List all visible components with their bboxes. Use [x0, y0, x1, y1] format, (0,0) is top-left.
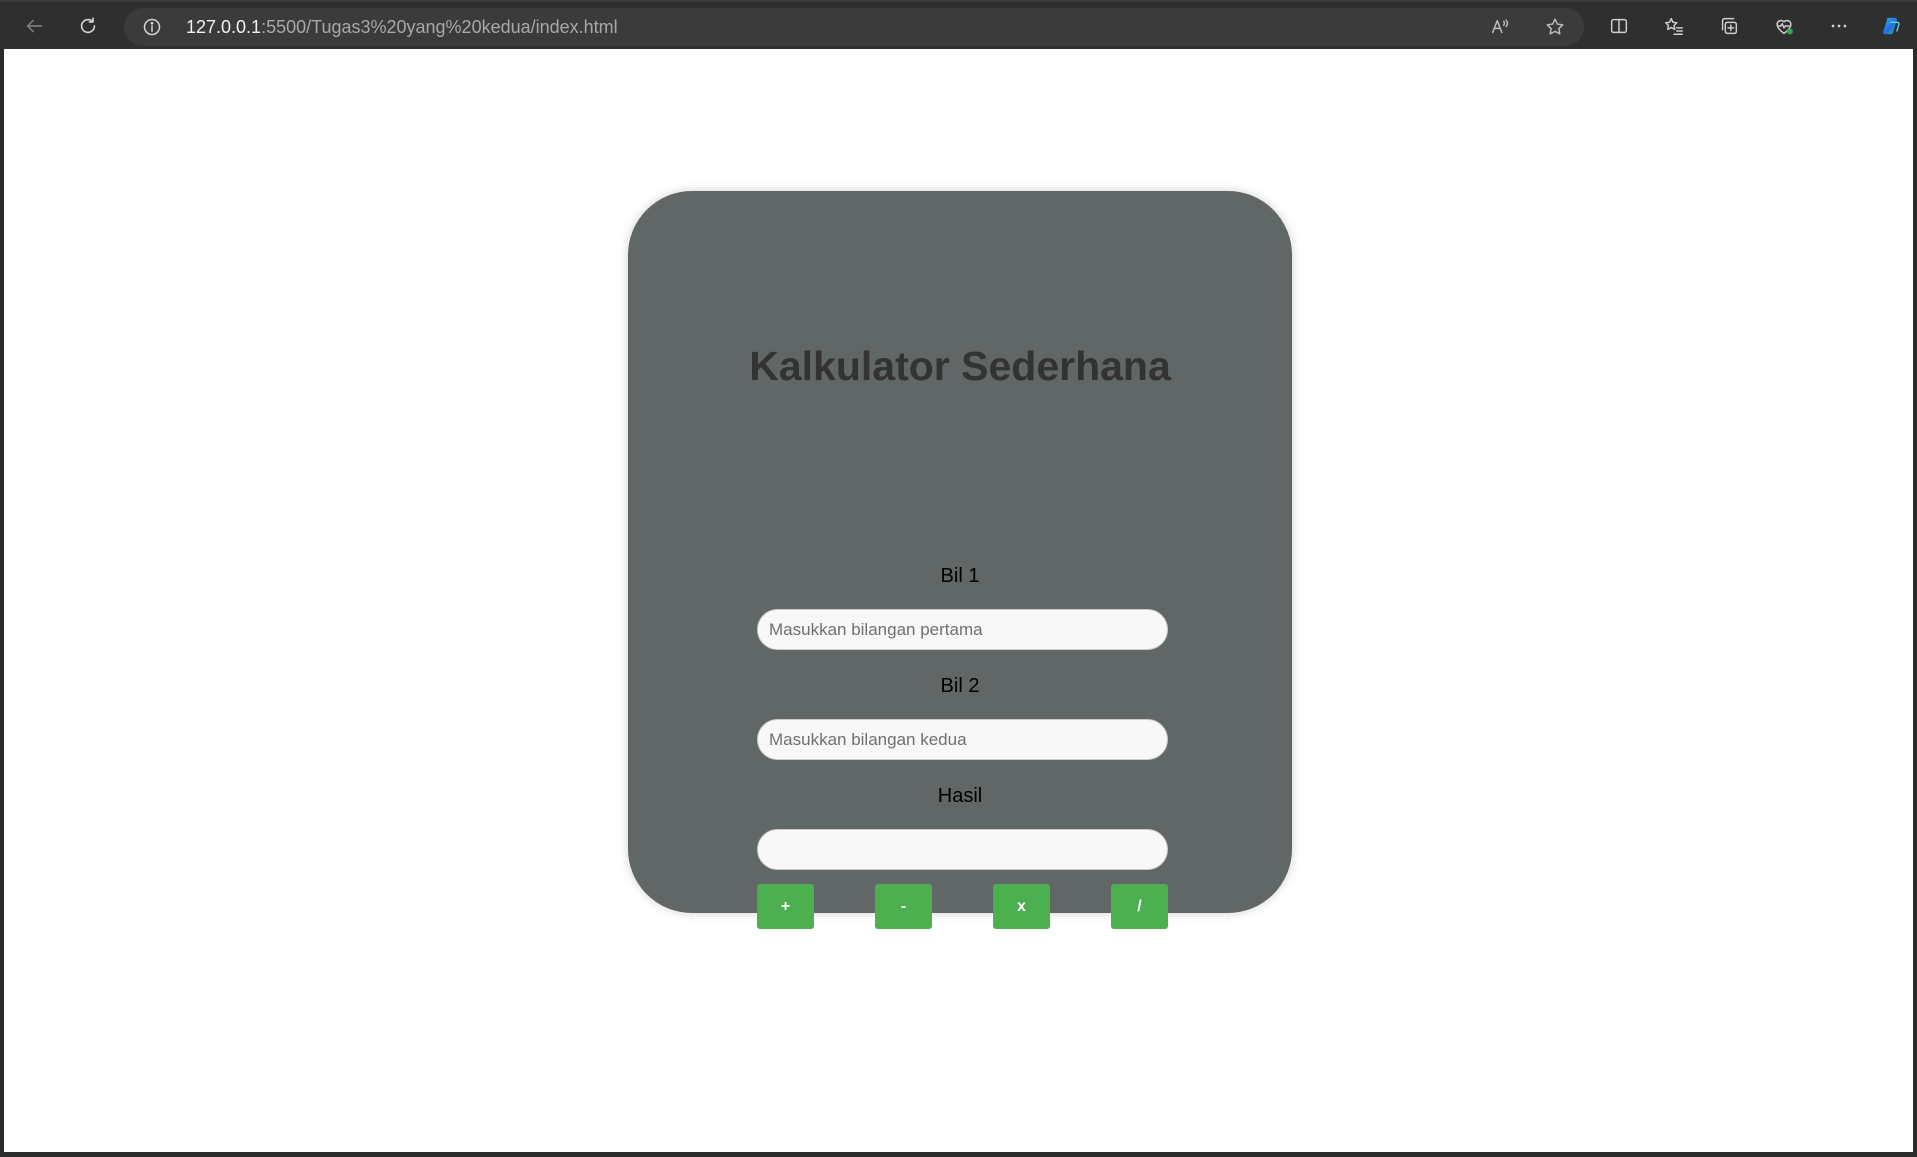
refresh-icon[interactable] [70, 8, 106, 44]
copilot-icon[interactable] [1873, 8, 1909, 44]
hasil-label: Hasil [937, 785, 983, 807]
page-viewport: Kalkulator Sederhana Bil 1 Bil 2 Hasil +… [4, 49, 1913, 1152]
bil2-label: Bil 2 [940, 675, 980, 697]
subtract-button[interactable]: - [875, 884, 932, 929]
url-path: :5500/Tugas3%20yang%20kedua/index.html [261, 17, 618, 37]
split-screen-icon[interactable] [1601, 8, 1637, 44]
heart-pulse-icon[interactable] [1766, 8, 1802, 44]
hasil-output[interactable] [757, 829, 1168, 870]
browser-toolbar: 127.0.0.1:5500/Tugas3%20yang%20kedua/ind… [0, 0, 1917, 49]
bil1-input[interactable] [757, 609, 1168, 650]
read-aloud-icon[interactable] [1482, 9, 1518, 45]
star-icon[interactable] [1537, 9, 1573, 45]
url-text[interactable]: 127.0.0.1:5500/Tugas3%20yang%20kedua/ind… [186, 17, 618, 38]
add-button[interactable]: + [757, 884, 814, 929]
multiply-button[interactable]: x [993, 884, 1050, 929]
bil2-input[interactable] [757, 719, 1168, 760]
bil1-label: Bil 1 [940, 565, 980, 587]
url-host: 127.0.0.1 [186, 17, 262, 37]
back-arrow-icon[interactable] [16, 8, 52, 44]
favorites-list-icon[interactable] [1656, 8, 1692, 44]
info-icon[interactable] [142, 17, 162, 37]
divide-button[interactable]: / [1111, 884, 1168, 929]
calculator-card: Kalkulator Sederhana Bil 1 Bil 2 Hasil +… [628, 191, 1292, 929]
address-bar[interactable]: 127.0.0.1:5500/Tugas3%20yang%20kedua/ind… [124, 8, 1584, 46]
page-title: Kalkulator Sederhana [749, 343, 1171, 389]
collections-icon[interactable] [1711, 8, 1747, 44]
more-dots-icon[interactable] [1821, 8, 1857, 44]
